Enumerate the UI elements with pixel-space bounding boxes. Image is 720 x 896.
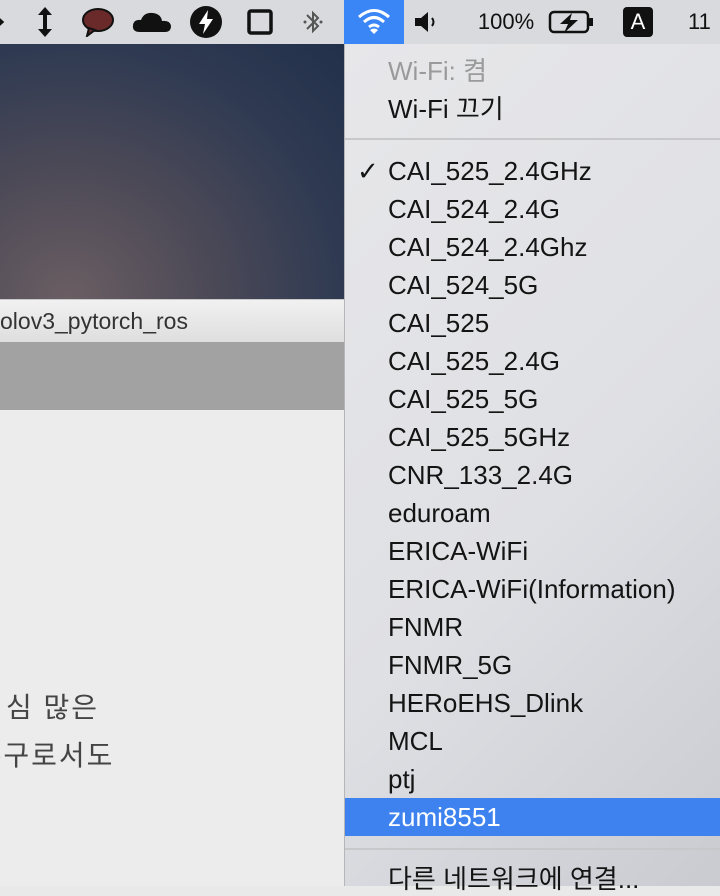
network-name: CNR_133_2.4G	[388, 459, 573, 490]
wifi-menu-button[interactable]	[344, 0, 404, 44]
wifi-toggle-label: Wi-Fi 끄기	[388, 93, 504, 124]
network-item-connected[interactable]: ✓ CAI_525_2.4GHz	[345, 152, 720, 190]
wifi-status-item: Wi-Fi: 켬	[345, 50, 720, 88]
bluetooth-icon[interactable]	[298, 0, 328, 44]
network-item[interactable]: ERICA-WiFi	[345, 532, 720, 570]
menu-separator	[345, 138, 720, 140]
desktop-wallpaper	[0, 44, 344, 299]
network-item[interactable]: CAI_525_5GHz	[345, 418, 720, 456]
battery-percent[interactable]: 100%	[470, 0, 542, 44]
network-item[interactable]: CAI_525_2.4G	[345, 342, 720, 380]
network-item[interactable]: FNMR_5G	[345, 646, 720, 684]
battery-charging-icon[interactable]	[546, 0, 596, 44]
menu-separator	[345, 848, 720, 850]
network-item[interactable]: eduroam	[345, 494, 720, 532]
network-item[interactable]: CAI_524_2.4G	[345, 190, 720, 228]
menubar-clock[interactable]: 11	[688, 0, 720, 44]
network-name: FNMR_5G	[388, 649, 513, 680]
network-item[interactable]: CNR_133_2.4G	[345, 456, 720, 494]
network-name: ERICA-WiFi(Information)	[388, 573, 676, 604]
network-name: zumi8551	[388, 801, 501, 832]
partial-status-icon[interactable]	[0, 0, 10, 44]
network-name: CAI_525_5GHz	[388, 421, 571, 452]
network-name: CAI_524_5G	[388, 269, 539, 300]
network-name: CAI_525_5G	[388, 383, 539, 414]
speech-bubble-icon[interactable]	[78, 0, 118, 44]
join-other-network-item[interactable]: 다른 네트워크에 연결...	[345, 858, 720, 896]
wifi-icon	[358, 9, 390, 34]
checkmark-icon: ✓	[357, 155, 379, 186]
network-name: CAI_524_2.4G	[388, 193, 561, 224]
window-text-line: -구로서도	[0, 740, 115, 771]
network-item[interactable]: CAI_525_5G	[345, 380, 720, 418]
network-name: CAI_524_2.4Ghz	[388, 231, 588, 262]
network-item[interactable]: MCL	[345, 722, 720, 760]
lightning-icon[interactable]	[186, 0, 226, 44]
network-name: ptj	[388, 763, 416, 794]
network-item[interactable]: CAI_524_5G	[345, 266, 720, 304]
window-content: 심 많은 -구로서도	[0, 410, 344, 886]
wifi-status-label: Wi-Fi: 켬	[388, 55, 488, 86]
network-item[interactable]: ERICA-WiFi(Information)	[345, 570, 720, 608]
network-item[interactable]: CAI_524_2.4Ghz	[345, 228, 720, 266]
network-name: CAI_525_2.4GHz	[388, 155, 592, 186]
window-title: olov3_pytorch_ros	[0, 308, 188, 334]
network-name: CAI_525	[388, 307, 490, 338]
network-name: HERoEHS_Dlink	[388, 687, 584, 718]
wifi-dropdown-menu: Wi-Fi: 켬 Wi-Fi 끄기 ✓ CAI_525_2.4GHz CAI_5…	[344, 44, 720, 894]
network-item[interactable]: CAI_525	[345, 304, 720, 342]
window-frame-icon[interactable]	[242, 0, 278, 44]
cloud-icon[interactable]	[130, 0, 174, 44]
window-toolbar	[0, 342, 344, 410]
network-name: MCL	[388, 725, 443, 756]
network-name: eduroam	[388, 497, 491, 528]
network-item[interactable]: FNMR	[345, 608, 720, 646]
volume-icon[interactable]	[412, 0, 442, 44]
window-text-line: 심 많은	[6, 692, 100, 723]
network-name: FNMR	[388, 611, 464, 642]
wifi-toggle-item[interactable]: Wi-Fi 끄기	[345, 88, 720, 126]
menu-bar: 100% A 11	[0, 0, 720, 44]
input-source-label: A	[623, 7, 653, 37]
network-item-highlighted[interactable]: zumi8551	[345, 798, 720, 836]
window-titlebar[interactable]: olov3_pytorch_ros	[0, 299, 344, 343]
network-name: ERICA-WiFi	[388, 535, 529, 566]
network-item[interactable]: ptj	[345, 760, 720, 798]
updown-arrows-icon[interactable]	[30, 0, 60, 44]
network-name: CAI_525_2.4G	[388, 345, 561, 376]
input-source-indicator[interactable]: A	[622, 0, 654, 44]
join-other-network-label: 다른 네트워크에 연결...	[388, 863, 640, 894]
network-item[interactable]: HERoEHS_Dlink	[345, 684, 720, 722]
